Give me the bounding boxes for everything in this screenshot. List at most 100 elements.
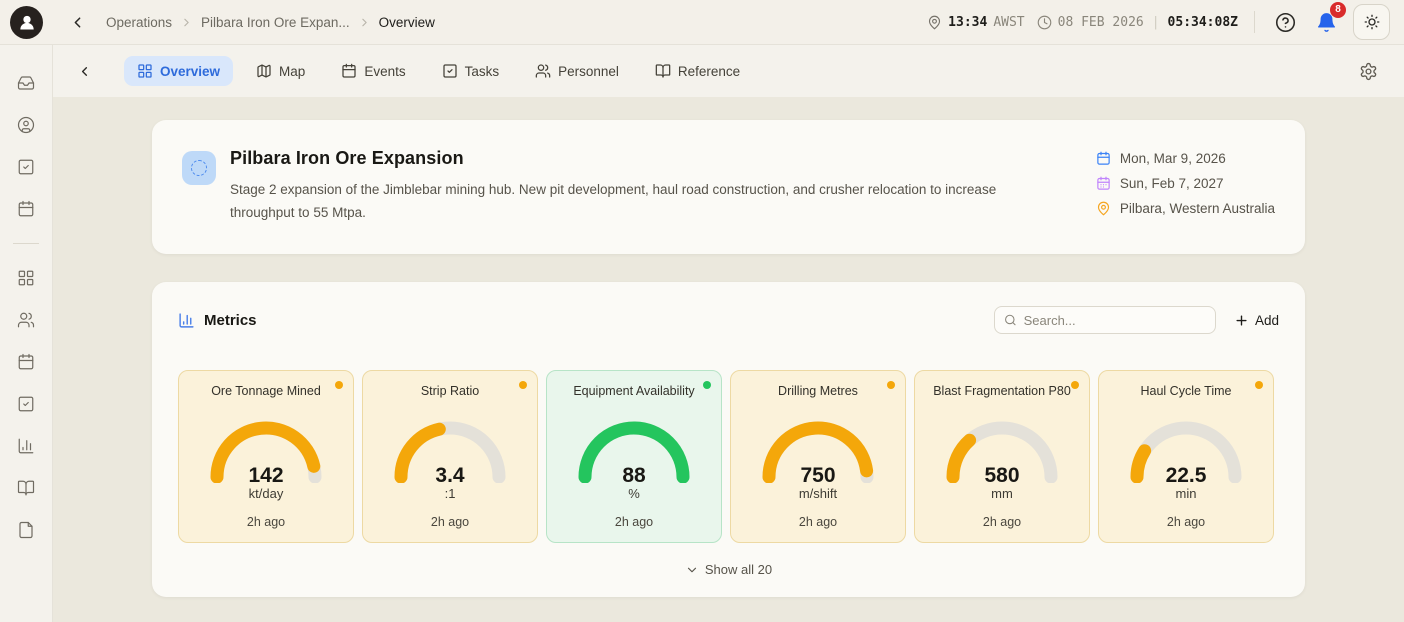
metric-updated: 2h ago	[615, 515, 653, 529]
project-location: Pilbara, Western Australia	[1120, 201, 1275, 216]
tab-events[interactable]: Events	[328, 56, 418, 86]
tab-tasks[interactable]: Tasks	[429, 56, 513, 86]
metric-label: Drilling Metres	[768, 384, 868, 398]
search-input[interactable]	[1024, 313, 1206, 328]
person-icon	[17, 12, 37, 32]
show-all-button[interactable]: Show all 20	[685, 562, 772, 577]
sidebar-item-users[interactable]	[0, 299, 52, 341]
main-content: Pilbara Iron Ore Expansion Stage 2 expan…	[53, 97, 1404, 622]
metrics-title: Metrics	[204, 312, 257, 329]
sidebar-item-grid[interactable]	[0, 257, 52, 299]
sidebar-item-square-check[interactable]	[0, 146, 52, 188]
metric-tile[interactable]: Equipment Availability 88 % 2h ago	[546, 370, 722, 543]
metric-gauge: 142	[204, 417, 328, 483]
date-label: 08 FEB 2026	[1058, 15, 1144, 30]
grid-icon	[17, 269, 35, 287]
metric-unit: mm	[991, 486, 1013, 501]
sidebar-item-user-circle[interactable]	[0, 104, 52, 146]
collapse-panel-button[interactable]	[73, 60, 96, 83]
breadcrumb-current: Overview	[379, 15, 435, 30]
calendar-start-icon	[1096, 151, 1111, 166]
file-icon	[17, 521, 35, 539]
dashed-circle-icon	[191, 160, 207, 176]
metric-label: Blast Fragmentation P80	[923, 384, 1081, 398]
notification-badge: 8	[1330, 2, 1346, 18]
users-icon	[17, 311, 35, 329]
add-metric-button[interactable]: Add	[1234, 313, 1279, 328]
map-pin-icon	[1096, 201, 1111, 216]
start-date-row: Mon, Mar 9, 2026	[1096, 151, 1275, 166]
metric-updated: 2h ago	[799, 515, 837, 529]
clock-cluster: 13:34 AWST 08 FEB 2026 | 05:34:08Z	[927, 15, 1238, 30]
local-time: 13:34	[948, 15, 987, 30]
metrics-header: Metrics Add	[178, 306, 1279, 334]
metric-label: Equipment Availability	[563, 384, 704, 398]
square-check-icon	[442, 63, 458, 79]
project-description: Stage 2 expansion of the Jimblebar minin…	[230, 178, 1050, 224]
metric-gauge: 750	[756, 417, 880, 483]
tab-label: Map	[279, 64, 305, 79]
tab-label: Overview	[160, 64, 220, 79]
tab-overview[interactable]: Overview	[124, 56, 233, 86]
metric-value: 3.4	[388, 464, 512, 488]
project-icon	[182, 151, 216, 185]
notifications-button[interactable]: 8	[1312, 8, 1341, 37]
metric-label: Ore Tonnage Mined	[201, 384, 331, 398]
theme-toggle-button[interactable]	[1353, 4, 1390, 40]
metric-tile[interactable]: Blast Fragmentation P80 580 mm 2h ago	[914, 370, 1090, 543]
tab-label: Tasks	[465, 64, 500, 79]
metric-value: 580	[940, 464, 1064, 488]
tab-map[interactable]: Map	[243, 56, 318, 86]
app-window: Operations Pilbara Iron Ore Expan... Ove…	[0, 0, 1404, 622]
status-dot	[519, 381, 527, 389]
book-open-icon	[17, 479, 35, 497]
sidebar-item-calendar[interactable]	[0, 188, 52, 230]
metric-tile[interactable]: Ore Tonnage Mined 142 kt/day 2h ago	[178, 370, 354, 543]
end-date: Sun, Feb 7, 2027	[1120, 176, 1224, 191]
topbar-right: 13:34 AWST 08 FEB 2026 | 05:34:08Z 8	[927, 4, 1390, 40]
map-pin-icon	[927, 15, 942, 30]
sidebar-item-bar-chart[interactable]	[0, 425, 52, 467]
sidebar-item-book-open[interactable]	[0, 467, 52, 509]
calendar-icon	[341, 63, 357, 79]
status-dot	[1255, 381, 1263, 389]
metric-tile[interactable]: Haul Cycle Time 22.5 min 2h ago	[1098, 370, 1274, 543]
tab-personnel[interactable]: Personnel	[522, 56, 632, 86]
tab-reference[interactable]: Reference	[642, 56, 753, 86]
status-dot	[887, 381, 895, 389]
breadcrumb-project[interactable]: Pilbara Iron Ore Expan...	[201, 15, 350, 30]
tabbar: Overview Map Events Tasks Personnel Reference	[53, 45, 1404, 97]
user-avatar[interactable]	[10, 6, 43, 39]
search-box[interactable]	[994, 306, 1216, 334]
sidebar-item-calendar[interactable]	[0, 341, 52, 383]
sidebar-item-inbox[interactable]	[0, 62, 52, 104]
add-button-label: Add	[1255, 313, 1279, 328]
metric-tile[interactable]: Strip Ratio 3.4 :1 2h ago	[362, 370, 538, 543]
breadcrumb-operations[interactable]: Operations	[106, 15, 172, 30]
metric-value: 88	[572, 464, 696, 488]
settings-button[interactable]	[1355, 58, 1382, 85]
start-date: Mon, Mar 9, 2026	[1120, 151, 1226, 166]
metric-value: 22.5	[1124, 464, 1248, 488]
sidebar-divider	[13, 243, 39, 244]
metric-unit: :1	[445, 486, 456, 501]
plus-icon	[1234, 313, 1249, 328]
calendar-end-icon	[1096, 176, 1111, 191]
book-open-icon	[655, 63, 671, 79]
vertical-divider	[1254, 11, 1255, 33]
metric-tile[interactable]: Drilling Metres 750 m/shift 2h ago	[730, 370, 906, 543]
metric-updated: 2h ago	[1167, 515, 1205, 529]
metric-value: 142	[204, 464, 328, 488]
sidebar-item-file[interactable]	[0, 509, 52, 551]
pipe-divider: |	[1152, 15, 1160, 30]
help-button[interactable]	[1271, 8, 1300, 37]
status-dot	[703, 381, 711, 389]
metrics-panel: Metrics Add Ore Tonnage Mined	[152, 282, 1305, 597]
sidebar-item-square-check[interactable]	[0, 383, 52, 425]
users-icon	[535, 63, 551, 79]
clock-icon	[1037, 15, 1052, 30]
back-button[interactable]	[65, 10, 90, 35]
project-title: Pilbara Iron Ore Expansion	[230, 148, 1050, 169]
timezone-label: AWST	[993, 15, 1024, 30]
breadcrumb: Operations Pilbara Iron Ore Expan... Ove…	[106, 15, 435, 30]
